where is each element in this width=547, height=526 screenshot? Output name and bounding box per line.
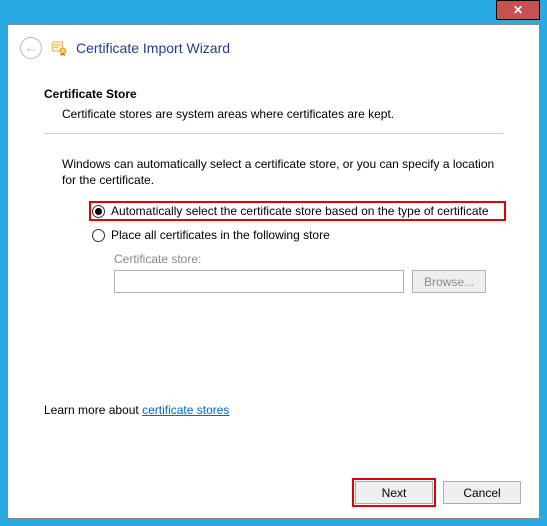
section-description: Certificate stores are system areas wher… xyxy=(62,107,503,121)
certificate-store-label: Certificate store: xyxy=(114,252,503,266)
radio-icon xyxy=(92,205,105,218)
certificate-store-input xyxy=(114,270,404,293)
section-divider xyxy=(44,133,503,134)
radio-manual-label: Place all certificates in the following … xyxy=(111,228,330,242)
wizard-header: ← Certificate Import Wizard xyxy=(8,25,539,65)
learn-more-row: Learn more about certificate stores xyxy=(44,403,503,417)
back-button[interactable]: ← xyxy=(20,37,42,59)
close-icon: ✕ xyxy=(513,3,523,17)
close-button[interactable]: ✕ xyxy=(496,0,540,20)
wizard-footer: Next Cancel xyxy=(8,471,539,518)
learn-more-link[interactable]: certificate stores xyxy=(142,403,229,417)
wizard-body: Certificate Store Certificate stores are… xyxy=(8,65,539,471)
radio-icon xyxy=(92,229,105,242)
wizard-title: Certificate Import Wizard xyxy=(76,40,230,56)
instruction-text: Windows can automatically select a certi… xyxy=(62,156,503,188)
browse-button: Browse... xyxy=(412,270,486,293)
radio-auto-select[interactable]: Automatically select the certificate sto… xyxy=(92,204,503,218)
back-arrow-icon: ← xyxy=(25,41,38,54)
certificate-wizard-icon xyxy=(50,39,68,57)
section-heading: Certificate Store xyxy=(44,87,503,101)
radio-manual-select[interactable]: Place all certificates in the following … xyxy=(92,228,503,242)
certificate-store-group: Certificate store: Browse... xyxy=(114,252,503,293)
radio-auto-label: Automatically select the certificate sto… xyxy=(111,204,489,218)
learn-more-prefix: Learn more about xyxy=(44,403,142,417)
next-button[interactable]: Next xyxy=(355,481,433,504)
window-titlebar: ✕ xyxy=(0,0,547,24)
cancel-button[interactable]: Cancel xyxy=(443,481,521,504)
wizard-window: ← Certificate Import Wizard Certificate … xyxy=(7,24,540,519)
